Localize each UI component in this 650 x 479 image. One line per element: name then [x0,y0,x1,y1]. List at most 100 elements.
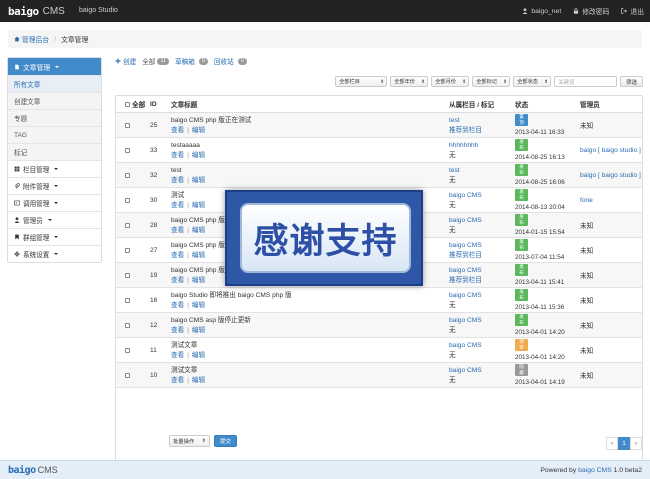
view-link[interactable]: 查看 [171,352,184,359]
logout-link[interactable]: 退出 [621,6,644,16]
filter-all-link[interactable]: 全部 11 [142,56,170,66]
edit-link[interactable]: 编辑 [192,177,205,184]
sidebar-item-create-article[interactable]: 创建文章 [8,92,101,109]
pagination-page-1[interactable]: 1 [618,437,630,450]
status-select[interactable]: 全部状态 ⬍ [513,76,552,87]
sidebar-item-mark[interactable]: 标记 [8,143,101,160]
row-category-link[interactable]: test [449,117,515,124]
edit-link[interactable]: 编辑 [192,227,205,234]
sidebar-group-call[interactable]: 调用管理 [8,194,101,211]
edit-link[interactable]: 编辑 [192,252,205,259]
sidebar-group-admin[interactable]: 管理员 [8,211,101,228]
footer-powered: Powered by baigo CMS 1.0 beta2 [540,467,642,474]
brand-logo[interactable]: baigo CMS [8,4,65,18]
sidebar-header-article[interactable]: 文章管理 [8,58,101,75]
row-check-cell [116,247,150,253]
edit-link[interactable]: 编辑 [192,352,205,359]
view-link[interactable]: 查看 [171,177,184,184]
recycle-link[interactable]: 回收站 0 [214,56,247,66]
row-actions: 查看 | 编辑 [171,351,206,359]
edit-link[interactable]: 编辑 [192,327,205,334]
view-link[interactable]: 查看 [171,227,184,234]
user-icon [14,217,20,223]
row-category-link[interactable]: baigo CMS [449,342,515,349]
row-category-link[interactable]: baigo CMS [449,267,515,274]
view-link[interactable]: 查看 [171,127,184,134]
sidebar-item-tag[interactable]: TAG [8,126,101,143]
row-category-link[interactable]: baigo CMS [449,242,515,249]
row-checkbox[interactable] [125,147,130,153]
check-all-cell[interactable]: 全部 [116,99,150,109]
pagination-prev[interactable]: « [606,437,618,450]
row-category-link[interactable]: baigo CMS [449,192,515,199]
row-title-cell: 测试文章 查看 | 编辑 [171,342,449,359]
edit-link[interactable]: 编辑 [192,202,205,209]
row-category-link[interactable]: baigo CMS [449,317,515,324]
studio-link[interactable]: baigo Studio [79,7,118,14]
edit-link[interactable]: 编辑 [192,152,205,159]
row-checkbox[interactable] [125,222,130,228]
row-checkbox[interactable] [125,197,130,203]
month-select[interactable]: 全部月份 ⬍ [431,76,470,87]
edit-link[interactable]: 编辑 [192,127,205,134]
row-category-link[interactable]: baigo CMS [449,367,515,374]
edit-link[interactable]: 编辑 [192,302,205,309]
view-link[interactable]: 查看 [171,302,184,309]
row-checkbox[interactable] [125,297,130,303]
edit-link[interactable]: 编辑 [192,377,205,384]
sidebar-group-attachment[interactable]: 附件管理 [8,177,101,194]
row-time: 2013-04-01 14:20 [515,354,565,361]
view-link[interactable]: 查看 [171,152,184,159]
row-checkbox[interactable] [125,272,130,278]
powered-link[interactable]: baigo CMS [578,467,612,474]
chevron-updown-icon: ⬍ [462,78,467,85]
year-select[interactable]: 全部年份 ⬍ [390,76,429,87]
row-checkbox[interactable] [125,172,130,178]
user-menu[interactable]: baigo_net [522,6,561,16]
view-link[interactable]: 查看 [171,202,184,209]
row-category-link[interactable]: baigo CMS [449,292,515,299]
view-link[interactable]: 查看 [171,377,184,384]
column-select[interactable]: 全部栏目 ⬍ [335,76,388,87]
chevron-down-icon [54,168,59,170]
pagination-next[interactable]: » [630,437,642,450]
admin-text: 未知 [580,123,594,130]
row-category-link[interactable]: hhhhhhhh [449,142,515,149]
row-checkbox[interactable] [125,122,130,128]
row-checkbox[interactable] [125,372,130,378]
sidebar-item-all-articles[interactable]: 所有文章 [8,75,101,92]
row-category-link[interactable]: baigo CMS [449,217,515,224]
draft-link[interactable]: 草稿箱 0 [175,56,208,66]
sidebar-group-column[interactable]: 栏目管理 [8,160,101,177]
user-name: baigo_net [531,7,562,15]
change-password-link[interactable]: 修改密码 [573,6,609,16]
sidebar-group-system[interactable]: 系统设置 [8,245,101,262]
row-time: 2013-04-11 15:41 [515,279,565,286]
bulk-select[interactable]: 批量操作 ⬍ [169,435,210,447]
row-title-cell: baigo CMS asp 版停止更新 查看 | 编辑 [171,317,449,334]
breadcrumb-home[interactable]: 管理后台 [14,34,49,44]
view-link[interactable]: 查看 [171,277,184,284]
row-category-cell: baigo CMS 推荐到栏目 [449,267,515,284]
sidebar-group-group[interactable]: 群组管理 [8,228,101,245]
mark-select[interactable]: 全部标记 ⬍ [472,76,511,87]
keyword-input[interactable]: 关键词 [554,76,618,87]
row-time: 2014-08-13 20:04 [515,204,565,211]
row-checkbox[interactable] [125,347,130,353]
row-category-link[interactable]: test [449,167,515,174]
admin-link[interactable]: baigo [ baigo studio ] [580,172,641,179]
filter-submit-button[interactable]: 筛选 [620,76,643,87]
view-link[interactable]: 查看 [171,327,184,334]
bulk-submit-button[interactable]: 提交 [214,435,238,447]
sidebar-item-topic[interactable]: 专题 [8,109,101,126]
view-link[interactable]: 查看 [171,252,184,259]
create-article-button[interactable]: 创建 [115,56,136,66]
check-all-checkbox[interactable] [125,101,130,107]
row-status-cell: 发布 2013-04-01 14:20 [515,314,580,336]
row-checkbox[interactable] [125,247,130,253]
admin-link[interactable]: fone [580,197,593,204]
edit-link[interactable]: 编辑 [192,277,205,284]
row-actions: 查看 | 编辑 [171,301,206,309]
row-checkbox[interactable] [125,322,130,328]
admin-link[interactable]: baigo [ baigo studio ] [580,147,641,154]
